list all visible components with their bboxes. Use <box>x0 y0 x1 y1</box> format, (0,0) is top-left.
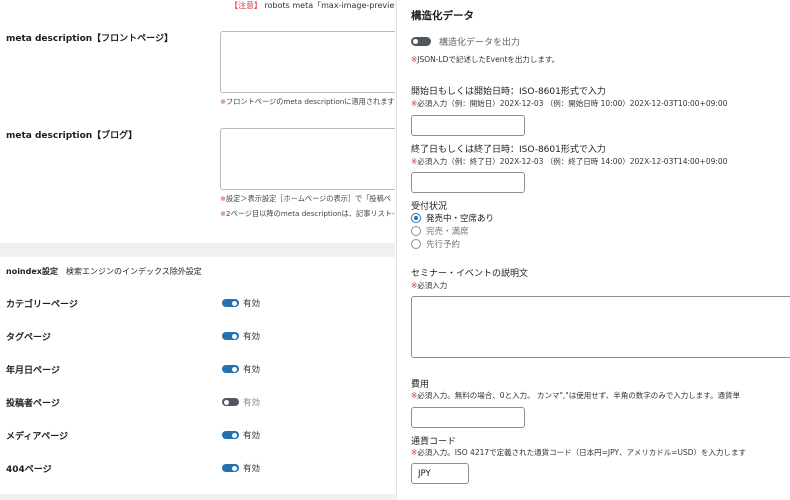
toggle-switch-icon[interactable] <box>222 398 239 406</box>
currency-code-note: ※必須入力。ISO 4217で定義された通貨コード（日本円=JPY、アメリカドル… <box>411 448 747 457</box>
noindex-section-title: noindex設定 検索エンジンのインデックス除外設定 <box>6 267 202 276</box>
noindex-toggle-category[interactable]: 有効 <box>222 297 260 309</box>
blog-description-label: meta description【ブログ】 <box>6 131 138 141</box>
fee-label: 費用 <box>411 380 430 390</box>
noindex-toggle-author[interactable]: 有効 <box>222 396 260 408</box>
currency-code-input[interactable] <box>411 463 469 484</box>
front-description-textarea[interactable] <box>220 31 395 93</box>
toggle-switch-icon[interactable] <box>222 365 239 373</box>
end-date-label: 終了日もしくは終了日時：ISO-8601形式で入力 <box>411 145 606 155</box>
event-description-label: セミナー・イベントの説明文 <box>411 269 529 279</box>
start-date-input[interactable] <box>411 115 525 136</box>
event-description-textarea[interactable] <box>411 296 790 358</box>
noindex-row-label-tag: タグページ <box>6 333 51 343</box>
status-option-on-sale[interactable]: 発売中・空席あり <box>411 212 494 224</box>
currency-code-label: 通貨コード <box>411 437 457 447</box>
reception-status-label: 受付状況 <box>411 202 448 212</box>
structured-data-toggle[interactable]: 構造化データを出力 <box>411 35 520 48</box>
event-description-note: ※必須入力 <box>411 281 448 290</box>
noindex-toggle-media[interactable]: 有効 <box>222 429 260 441</box>
status-option-sold-out[interactable]: 完売・満席 <box>411 225 469 237</box>
noindex-row-label-category: カテゴリーページ <box>6 300 78 310</box>
fee-note: ※必須入力。無料の場合、0と入力。 カンマ","は使用せず、半角の数字のみで入力… <box>411 391 740 400</box>
noindex-row-label-media: メディアページ <box>6 432 69 442</box>
blog-description-note-1: ※設定＞表示設定［ホームページの表示］で「投稿ペ <box>220 194 391 203</box>
noindex-toggle-404[interactable]: 有効 <box>222 462 260 474</box>
start-date-label: 開始日もしくは開始日時：ISO-8601形式で入力 <box>411 87 606 97</box>
noindex-row-label-author: 投稿者ページ <box>6 399 60 409</box>
radio-selected-icon[interactable] <box>411 213 421 223</box>
end-date-note: ※必須入力（例：終了日）202X-12-03 （例：終了日時 14:00）202… <box>411 157 728 166</box>
section-divider <box>0 243 395 257</box>
blog-description-textarea[interactable] <box>220 128 395 190</box>
noindex-row-label-404: 404ページ <box>6 465 52 475</box>
front-description-note: ※フロントページのmeta descriptionに適用されます <box>220 97 395 106</box>
toggle-switch-icon[interactable] <box>222 431 239 439</box>
structured-data-title: 構造化データ <box>411 10 474 22</box>
noindex-row-label-date: 年月日ページ <box>6 366 60 376</box>
bottom-divider <box>0 494 395 500</box>
max-image-preview-note: 【注意】 robots meta「max-image-preview」の出力 <box>230 1 395 10</box>
status-option-preorder[interactable]: 先行予約 <box>411 238 460 250</box>
left-settings-panel: 【注意】 robots meta「max-image-preview」の出力 m… <box>0 0 395 500</box>
radio-icon[interactable] <box>411 226 421 236</box>
noindex-toggle-date[interactable]: 有効 <box>222 363 260 375</box>
fee-input[interactable] <box>411 407 525 428</box>
toggle-switch-icon[interactable] <box>222 299 239 307</box>
structured-data-note: ※JSON-LDで記述したEventを出力します。 <box>411 55 560 64</box>
toggle-switch-icon[interactable] <box>222 332 239 340</box>
structured-data-panel: 構造化データ 構造化データを出力 ※JSON-LDで記述したEventを出力しま… <box>396 0 790 500</box>
toggle-switch-icon[interactable] <box>222 464 239 472</box>
toggle-switch-icon[interactable] <box>411 37 431 46</box>
end-date-input[interactable] <box>411 172 525 193</box>
blog-description-note-2: ※2ページ目以降のmeta descriptionは、記事リスト- <box>220 209 395 218</box>
noindex-toggle-tag[interactable]: 有効 <box>222 330 260 342</box>
front-description-label: meta description【フロントページ】 <box>6 34 173 44</box>
radio-icon[interactable] <box>411 239 421 249</box>
start-date-note: ※必須入力（例：開始日）202X-12-03 （例：開始日時 10:00）202… <box>411 99 728 108</box>
